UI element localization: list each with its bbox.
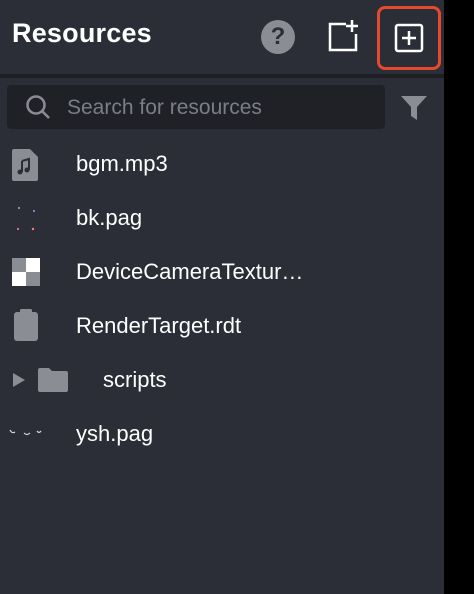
audio-file-icon bbox=[12, 149, 38, 181]
texture-icon bbox=[12, 258, 40, 286]
folder-icon bbox=[38, 368, 68, 392]
render-target-icon bbox=[14, 309, 38, 341]
item-label: bk.pag bbox=[76, 205, 143, 230]
item-label: RenderTarget.rdt bbox=[76, 313, 242, 338]
question-icon: ? bbox=[270, 23, 286, 50]
list-item[interactable]: bgm.mp3 bbox=[0, 138, 444, 192]
search-placeholder: Search for resources bbox=[67, 96, 262, 119]
list-item[interactable]: bk.pag bbox=[0, 192, 444, 246]
panel-header: Resources ? bbox=[0, 0, 444, 74]
list-item[interactable]: DeviceCameraTextur… bbox=[0, 246, 444, 300]
new-folder-button[interactable] bbox=[324, 18, 362, 56]
item-label: scripts bbox=[103, 367, 167, 392]
header-divider bbox=[0, 74, 444, 78]
filter-icon bbox=[401, 96, 427, 120]
panel-title: Resources bbox=[12, 18, 152, 48]
pag-file-icon bbox=[9, 429, 42, 436]
item-label: DeviceCameraTextur… bbox=[76, 259, 304, 284]
item-label: bgm.mp3 bbox=[76, 151, 168, 176]
list-item[interactable]: scripts bbox=[0, 354, 444, 408]
pag-file-icon bbox=[17, 207, 35, 231]
resources-panel: Resources ? Search for resources bgm.mp3… bbox=[0, 0, 444, 594]
item-label: ysh.pag bbox=[76, 421, 154, 446]
help-button[interactable]: ? bbox=[261, 20, 295, 54]
window-edge bbox=[444, 0, 474, 594]
search-icon bbox=[26, 95, 50, 119]
add-resource-button[interactable] bbox=[377, 6, 441, 70]
list-item[interactable]: ysh.pag bbox=[0, 408, 444, 462]
list-item[interactable]: RenderTarget.rdt bbox=[0, 300, 444, 354]
expand-arrow-icon[interactable] bbox=[13, 373, 25, 387]
filter-button[interactable] bbox=[400, 95, 428, 126]
new-folder-icon bbox=[328, 20, 358, 52]
search-input[interactable]: Search for resources bbox=[7, 85, 385, 129]
plus-square-icon bbox=[394, 23, 424, 53]
